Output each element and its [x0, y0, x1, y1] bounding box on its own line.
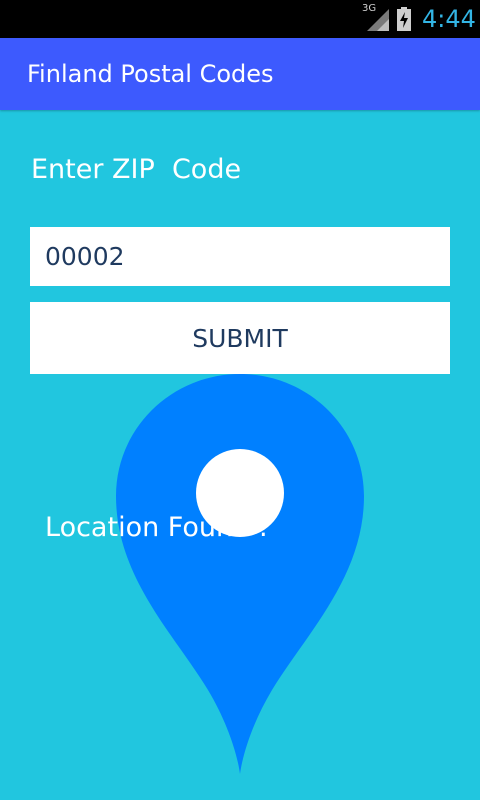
location-pin-icon — [114, 372, 366, 776]
app-screen: 3G 4:44 Finland Postal Codes Enter ZIP C… — [0, 0, 480, 800]
app-title: Finland Postal Codes — [27, 60, 274, 88]
app-bar: Finland Postal Codes — [0, 38, 480, 110]
status-bar: 3G 4:44 — [0, 0, 480, 38]
zip-prompt-label: Enter ZIP Code — [31, 154, 242, 185]
battery-charging-icon — [397, 7, 411, 31]
submit-button[interactable]: SUBMIT — [30, 302, 450, 374]
signal-icon: 3G — [362, 3, 390, 33]
location-result-label: Location Found : — [45, 512, 268, 543]
zip-code-input[interactable] — [30, 227, 450, 286]
status-clock: 4:44 — [422, 5, 476, 33]
